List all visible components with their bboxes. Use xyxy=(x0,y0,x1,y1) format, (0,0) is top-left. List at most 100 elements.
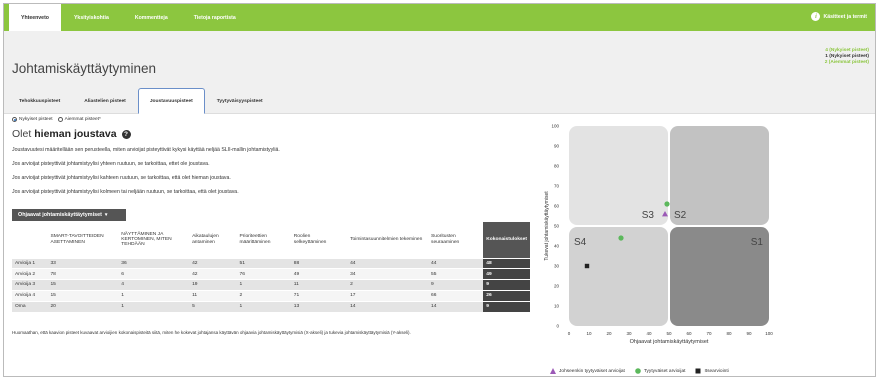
x-tick-label: 80 xyxy=(726,331,732,336)
table-cell: 2 xyxy=(236,289,291,302)
table-cell: 88 xyxy=(290,257,348,269)
y-axis-label: Tukevat johtamiskäyttäytymiset xyxy=(544,191,550,261)
table-cell: 19 xyxy=(189,279,237,291)
square-icon xyxy=(695,368,701,374)
terms-link[interactable]: i Käsitteet ja termit xyxy=(811,12,867,21)
x-tick-label: 10 xyxy=(586,331,592,336)
table-cell: 36 xyxy=(118,257,190,269)
total-cell: 9 xyxy=(483,279,530,291)
paragraph-3: Jos arvioijat pisteyttivät johtamistyyli… xyxy=(12,175,231,181)
topnav-tab-yhteenveto[interactable]: Yhteenveto xyxy=(9,4,61,31)
y-tick-label: 90 xyxy=(554,144,560,149)
table-cell: 44 xyxy=(428,257,484,269)
row-label: Arvioija 1 xyxy=(12,257,48,269)
topnav-tab-tietoja[interactable]: Tietoja raportista xyxy=(181,4,249,31)
total-cell: 9 xyxy=(483,300,530,312)
table-cell: 1 xyxy=(118,300,190,312)
result-value: hieman joustava xyxy=(34,128,117,140)
paragraph-4: Jos arvioijat pisteyttivät johtamistyyli… xyxy=(12,189,239,195)
tab-tehokkuus[interactable]: Tehokkuuspisteet xyxy=(7,88,72,114)
table-cell: 13 xyxy=(290,300,348,312)
table-header: SMART-TAVOITTEIDEN ASETTAMINEN xyxy=(50,234,104,245)
tab-tyytyvaisyys[interactable]: Tyytyväisyyspisteet xyxy=(205,88,275,114)
chart-note: Huomaathan, että kaavion pisteet kuvaava… xyxy=(12,330,411,335)
table-header: NÄYTTÄMINEN JA KERTOMINEN, MITEN TEHDÄÄN xyxy=(121,231,172,248)
score-toggle: Nykyiset pisteet Aiemmat pisteet* xyxy=(12,117,106,122)
quadrant-label: S2 xyxy=(674,210,687,221)
data-point xyxy=(664,201,670,207)
legend-label: Johseenkin tyytyväiset arvioijat xyxy=(559,368,625,374)
row-label: Arvioija 2 xyxy=(12,268,48,280)
table-row: Oma 20 1 5 1 13 14 14 9 xyxy=(12,300,530,312)
radio-previous[interactable] xyxy=(57,117,63,122)
table-header: Aikataulujen antaminen xyxy=(192,234,219,245)
top-navigation: Yhteenveto Yksityiskohtia Kommentteja Ti… xyxy=(4,4,875,31)
table-row: Arvioija 3 15 4 19 1 11 2 9 9 xyxy=(12,279,530,291)
paragraph-1: Joustavuutesi määritellään sen perusteel… xyxy=(12,147,280,153)
question-icon[interactable]: ? xyxy=(121,129,131,139)
paragraph-2: Jos arvioijat pisteyttivät johtamistyyli… xyxy=(12,161,210,167)
table-cell: 11 xyxy=(290,279,348,291)
y-tick-label: 20 xyxy=(554,284,560,289)
legend-item: Johseenkin tyytyväiset arvioijat xyxy=(550,368,625,374)
radio-current[interactable] xyxy=(12,117,17,122)
table-header: Kokonaistulokset xyxy=(483,222,530,258)
chart-legend: Johseenkin tyytyväiset arvioijat Tyytyvä… xyxy=(550,368,739,374)
row-label: Arvioija 4 xyxy=(12,289,48,302)
quadrant-label: S4 xyxy=(574,237,587,248)
legend-item: Tyytyväiset arvioijat xyxy=(635,368,685,374)
table-cell: 1 xyxy=(236,279,291,291)
y-tick-label: 60 xyxy=(554,204,560,209)
x-tick-label: 20 xyxy=(606,331,612,336)
table-cell: 4 xyxy=(118,279,190,291)
dropdown-label: Ohjaavat johtamiskäyttäytymiset xyxy=(18,212,102,218)
radio-previous-label: Aiemmat pisteet* xyxy=(64,117,101,122)
x-axis-label: Ohjaavat johtamiskäyttäytymiset xyxy=(630,339,709,345)
table-cell: 49 xyxy=(290,268,348,280)
x-tick-label: 70 xyxy=(706,331,712,336)
y-tick-label: 0 xyxy=(556,324,559,329)
behaviour-dropdown[interactable]: Ohjaavat johtamiskäyttäytymiset ▾ xyxy=(12,209,126,221)
table-header: Suoritusten seuraaminen xyxy=(431,234,460,245)
table-cell: 20 xyxy=(47,300,119,312)
tab-alaisten[interactable]: Aliastelien pisteet xyxy=(72,88,138,114)
table-row: Arvioija 4 15 1 11 2 71 17 66 26 xyxy=(12,289,530,302)
y-tick-label: 40 xyxy=(554,244,560,249)
app-window: Yhteenveto Yksityiskohtia Kommentteja Ti… xyxy=(3,3,876,377)
total-cell: 49 xyxy=(483,268,530,280)
table-cell: 34 xyxy=(347,268,428,280)
result-heading: Olet hieman joustava ? xyxy=(12,128,131,140)
x-tick-label: 30 xyxy=(626,331,632,336)
table-header: Toimintasuunnitelmien tekeminen xyxy=(350,237,423,243)
table-cell: 15 xyxy=(47,279,119,291)
x-tick-label: 60 xyxy=(686,331,692,336)
page-title: Johtamiskäyttäytyminen xyxy=(12,61,157,76)
x-tick-label: 50 xyxy=(666,331,672,336)
legend-label: Itsearviointi xyxy=(704,368,729,374)
table-cell: 15 xyxy=(47,289,119,302)
quadrant-label: S1 xyxy=(751,237,764,248)
table-header-row: SMART-TAVOITTEIDEN ASETTAMINEN NÄYTTÄMIN… xyxy=(12,222,530,258)
table-cell: 42 xyxy=(189,268,237,280)
table-cell: 71 xyxy=(290,289,348,302)
table-header: Roolien selkeyttäminen xyxy=(293,234,327,245)
table-cell: 44 xyxy=(347,257,428,269)
table-cell: 6 xyxy=(118,268,190,280)
data-point xyxy=(618,235,624,241)
section-tabs: Tehokkuuspisteet Aliastelien pisteet Jou… xyxy=(7,88,275,114)
result-prefix: Olet xyxy=(12,128,32,140)
topnav-tab-kommentteja[interactable]: Kommentteja xyxy=(122,4,181,31)
y-tick-label: 80 xyxy=(554,164,560,169)
topnav-tab-yksityiskohtia[interactable]: Yksityiskohtia xyxy=(61,4,122,31)
table-cell: 14 xyxy=(347,300,428,312)
table-header: Prioriteettien määrittäminen xyxy=(239,234,271,245)
table-cell: 51 xyxy=(236,257,291,269)
tab-joustavuus[interactable]: Joustavuuspisteet xyxy=(137,88,205,114)
table-cell: 5 xyxy=(189,300,237,312)
table-cell: 1 xyxy=(118,289,190,302)
total-cell: 26 xyxy=(483,289,530,302)
circle-icon xyxy=(635,368,641,374)
score-legend: 4 (Nykyiset pisteet) 1 (Nykyiset pisteet… xyxy=(825,48,869,67)
legend-item: Itsearviointi xyxy=(695,368,729,374)
y-tick-label: 70 xyxy=(554,184,560,189)
